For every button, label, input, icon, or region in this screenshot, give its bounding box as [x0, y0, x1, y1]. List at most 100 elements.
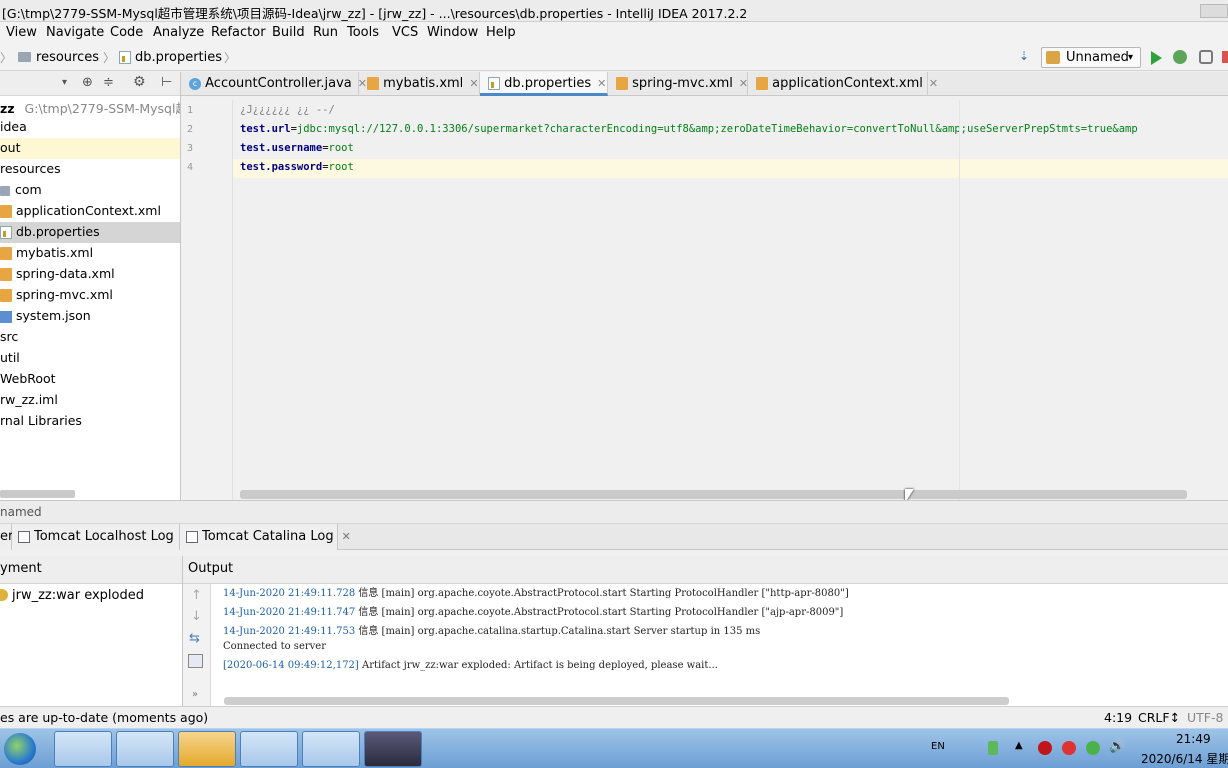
tree-item-label: util: [0, 350, 20, 365]
tree-item-webroot[interactable]: WebRoot: [0, 369, 181, 390]
menu-run[interactable]: Run: [313, 25, 338, 40]
tab-tomcat-catalina-log[interactable]: Tomcat Catalina Log ✕: [180, 524, 351, 550]
close-icon[interactable]: ✕: [342, 530, 351, 543]
arrow-down-icon[interactable]: ↓: [191, 609, 202, 624]
breadcrumb-resources[interactable]: resources: [36, 50, 99, 65]
stop-button[interactable]: [1222, 51, 1228, 63]
property-value: root: [328, 161, 354, 173]
taskbar-explorer[interactable]: [240, 731, 298, 767]
project-scrollbar[interactable]: [0, 490, 75, 498]
tree-item-applicationcontext[interactable]: applicationContext.xml: [0, 201, 181, 222]
menu-build[interactable]: Build: [272, 25, 305, 40]
gear-icon[interactable]: ⚙: [133, 74, 146, 90]
taskbar-browser[interactable]: [116, 731, 174, 767]
tree-root-label: zz: [0, 101, 15, 116]
tree-item-spring-mvc[interactable]: spring-mvc.xml: [0, 285, 181, 306]
close-icon[interactable]: ✕: [929, 77, 938, 90]
tab-label: spring-mvc.xml: [632, 76, 733, 91]
tree-root[interactable]: zz G:\tmp\2779-SSM-Mysql超市: [0, 96, 181, 117]
tree-item-mybatis[interactable]: mybatis.xml: [0, 243, 181, 264]
line-separator[interactable]: CRLF↕: [1138, 710, 1180, 725]
chevron-up-icon[interactable]: ▲: [1015, 740, 1023, 751]
file-encoding[interactable]: UTF-8: [1187, 710, 1223, 725]
run-configuration-select[interactable]: Unnamed ▾: [1041, 47, 1141, 68]
tab-application-context[interactable]: applicationContext.xml ✕: [748, 72, 938, 96]
close-icon[interactable]: ✕: [469, 77, 478, 90]
tree-item-iml[interactable]: rw_zz.iml: [0, 390, 181, 411]
chevron-down-icon[interactable]: ▾: [62, 77, 67, 88]
taskbar-intellij[interactable]: [364, 731, 422, 767]
menu-refactor[interactable]: Refactor: [211, 25, 266, 40]
coverage-button[interactable]: [1199, 50, 1213, 64]
collapse-icon[interactable]: ≑: [103, 75, 114, 90]
output-scrollbar[interactable]: [224, 697, 1009, 705]
code-line-2: test.url=jdbc:mysql://127.0.0.1:3306/sup…: [240, 123, 1138, 135]
tree-item-db-properties[interactable]: db.properties: [0, 222, 181, 243]
log-text: 信息 [main] org.apache.catalina.startup.Ca…: [355, 626, 761, 637]
xml-file-icon: [0, 268, 12, 281]
folder-icon: [0, 185, 10, 196]
close-icon[interactable]: ✕: [597, 77, 606, 90]
breadcrumb-db-properties[interactable]: db.properties: [135, 50, 222, 65]
close-icon[interactable]: ✕: [739, 77, 748, 90]
tree-item-system-json[interactable]: system.json: [0, 306, 181, 327]
tree-item-label: out: [0, 140, 21, 155]
sort-icon[interactable]: ⇣: [1019, 49, 1029, 63]
start-button[interactable]: [4, 733, 36, 765]
tab-label: AccountController.java: [205, 76, 352, 91]
menu-code[interactable]: Code: [110, 25, 143, 40]
tab-db-properties[interactable]: db.properties ✕: [480, 72, 608, 96]
log-line: 14-Jun-2020 21:49:11.728 信息 [main] org.a…: [223, 584, 849, 599]
tree-item-util[interactable]: util: [0, 348, 181, 369]
run-button[interactable]: [1151, 51, 1162, 65]
battery-icon[interactable]: [988, 741, 998, 755]
line-number: 3: [187, 143, 194, 154]
menu-help[interactable]: Help: [486, 25, 516, 40]
taskbar-notepad[interactable]: [54, 731, 112, 767]
soft-wrap-icon[interactable]: ⇆: [189, 631, 200, 646]
output-console[interactable]: 14-Jun-2020 21:49:11.728 信息 [main] org.a…: [211, 584, 1228, 706]
network-icon[interactable]: [1086, 741, 1100, 755]
tree-item-external-libraries[interactable]: rnal Libraries: [0, 411, 181, 432]
input-language[interactable]: EN: [931, 741, 945, 752]
menu-vcs[interactable]: VCS: [392, 25, 418, 40]
editor-horizontal-scrollbar[interactable]: [240, 490, 1187, 499]
more-icon[interactable]: »: [192, 689, 198, 700]
code-line-4: test.password=root: [240, 161, 354, 173]
caret-position[interactable]: 4:19: [1104, 710, 1132, 725]
tab-label: db.properties: [504, 76, 592, 91]
minimize-button[interactable]: [1200, 4, 1228, 18]
tab-mybatis[interactable]: mybatis.xml ✕: [359, 72, 480, 96]
tree-item-idea[interactable]: idea: [0, 117, 181, 138]
volume-icon[interactable]: 🔊: [1109, 739, 1125, 754]
clock-date[interactable]: 2020/6/14 星期: [1141, 750, 1228, 767]
record-icon[interactable]: [1038, 741, 1052, 755]
taskbar-wps[interactable]: [302, 731, 360, 767]
menu-tools[interactable]: Tools: [347, 25, 379, 40]
tab-tomcat-localhost-log[interactable]: Tomcat Localhost Log✕: [12, 524, 191, 550]
code-editor[interactable]: ¿J¿¿¿¿¿¿ ¿¿ --/ test.url=jdbc:mysql://12…: [233, 100, 1228, 500]
line-number: 1: [187, 105, 194, 116]
taskbar-dolphin-app[interactable]: [178, 731, 236, 767]
arrow-up-icon[interactable]: ↑: [191, 588, 202, 603]
clock-time[interactable]: 21:49: [1176, 732, 1211, 746]
debug-button[interactable]: [1173, 50, 1187, 64]
menu-window[interactable]: Window: [427, 25, 478, 40]
tree-item-com[interactable]: com: [0, 180, 181, 201]
app-tray-icon[interactable]: [1062, 741, 1076, 755]
tab-account-controller[interactable]: c AccountController.java ✕: [181, 72, 367, 96]
menu-analyze[interactable]: Analyze: [153, 25, 204, 40]
property-value: jdbc:mysql://127.0.0.1:3306/supermarket?…: [296, 123, 1138, 135]
menu-navigate[interactable]: Navigate: [46, 25, 104, 40]
tree-item-src[interactable]: src: [0, 327, 181, 348]
tree-item-resources[interactable]: resources: [0, 159, 181, 180]
tab-spring-mvc[interactable]: spring-mvc.xml ✕: [608, 72, 748, 96]
tree-item-out[interactable]: out: [0, 138, 181, 159]
menu-view[interactable]: View: [6, 25, 37, 40]
tree-item-spring-data[interactable]: spring-data.xml: [0, 264, 181, 285]
hide-panel-icon[interactable]: ⊢: [161, 75, 172, 90]
scroll-to-end-icon[interactable]: [188, 654, 203, 668]
tab-server[interactable]: er: [0, 524, 13, 550]
target-icon[interactable]: ⊕: [82, 75, 93, 90]
deployment-item[interactable]: jrw_zz:war exploded: [0, 586, 144, 604]
